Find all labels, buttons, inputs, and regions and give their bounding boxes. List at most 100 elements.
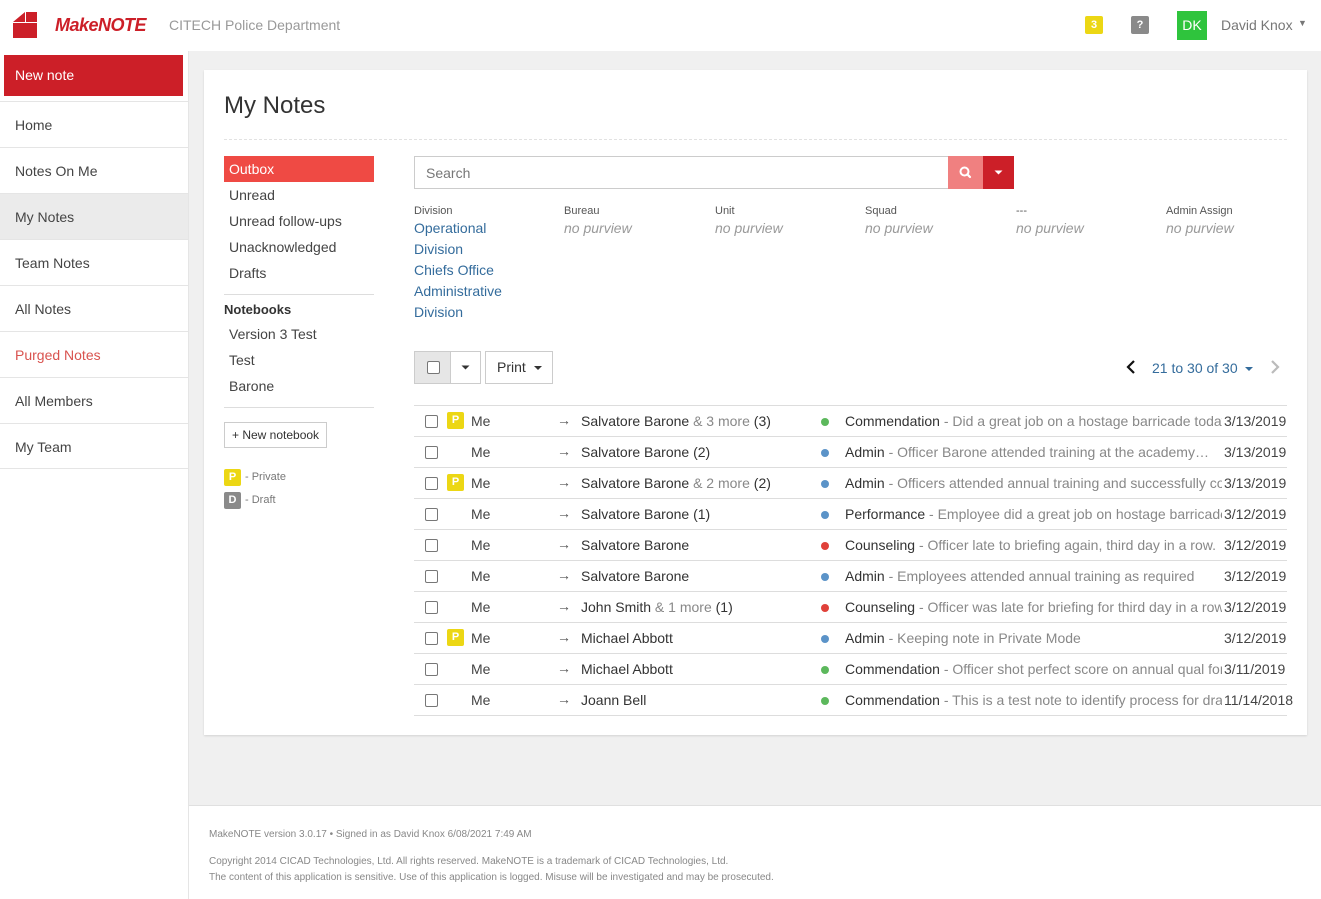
note-subject[interactable]: Counseling - Officer late to briefing ag… [845,537,1222,553]
note-recipients[interactable]: Salvatore Barone [581,537,689,553]
title-divider [224,139,1287,140]
purview-division: Division Operational Division Chiefs Off… [414,205,564,323]
folder-drafts[interactable]: Drafts [224,260,374,286]
row-checkbox[interactable] [425,539,438,552]
purview-division-link[interactable]: Chiefs Office [414,260,564,281]
sidebar-item-my-notes[interactable]: My Notes [0,193,188,239]
row-checkbox[interactable] [425,663,438,676]
note-recipients[interactable]: Salvatore Barone (1) [581,506,710,522]
table-row[interactable]: Me → Michael Abbott Commendation - Officer … [414,654,1287,685]
arrow-right-icon: → [557,505,571,521]
arrow-right-icon: → [557,629,571,645]
search-button[interactable] [948,156,983,189]
sidebar-item-team-notes[interactable]: Team Notes [0,239,188,285]
note-from: Me [471,630,491,646]
note-recipient: Salvatore Barone [581,413,690,429]
purview-division-link[interactable]: Division [414,302,564,323]
user-menu-chevron-down-icon[interactable]: ▼ [1298,18,1307,28]
purview-division-link[interactable]: Operational [414,218,564,239]
note-recipients[interactable]: John Smith & 1 more (1) [581,599,733,615]
note-recipients[interactable]: Michael Abbott [581,661,673,677]
category-status-dot [821,573,829,581]
table-row[interactable]: Me → Joann Bell Commendation - This is a te… [414,685,1293,716]
notebook-barone[interactable]: Barone [224,373,374,399]
print-button[interactable]: Print [485,351,553,384]
note-description: - This is a test note to identify proces… [943,692,1222,708]
select-all-checkbox[interactable] [415,352,451,383]
table-row[interactable]: Me → John Smith & 1 more (1) Counseling - O… [414,592,1287,623]
table-row[interactable]: Me → Salvatore Barone (2) Admin - Officer B… [414,437,1287,468]
sidebar-item-all-members[interactable]: All Members [0,377,188,423]
table-row[interactable]: Me → Salvatore Barone Counseling - Officer … [414,530,1287,561]
note-recipients[interactable]: Salvatore Barone (2) [581,444,710,460]
purview-blank-value: no purview [1016,220,1084,236]
sidebar-item-notes-on-me[interactable]: Notes On Me [0,147,188,193]
note-description: - Keeping note in Private Mode [884,630,1081,646]
note-recipient: Salvatore Barone [581,444,690,460]
table-row[interactable]: P Me → Salvatore Barone & 3 more (3) Commend… [414,406,1287,437]
select-options-button[interactable] [451,352,480,383]
category-status-dot [821,635,829,643]
note-category: Commendation [845,661,940,677]
avatar[interactable]: DK [1177,11,1207,40]
new-note-button[interactable]: New note [4,55,183,96]
chevron-left-icon[interactable] [1124,358,1138,376]
search-input[interactable] [414,156,949,189]
note-subject[interactable]: Counseling - Officer was late for briefi… [845,599,1222,615]
folder-unread-follow-ups[interactable]: Unread follow-ups [224,208,374,234]
note-more-recipients: & 2 more [689,475,750,491]
table-row[interactable]: P Me → Salvatore Barone & 2 more (2) Admin -… [414,468,1287,499]
row-checkbox[interactable] [425,632,438,645]
note-subject[interactable]: Admin - Keeping note in Private Mode [845,630,1222,646]
help-icon[interactable]: ? [1131,16,1149,34]
brand-logo-text[interactable]: MakeNOTE [55,15,147,36]
note-recipients[interactable]: Salvatore Barone [581,568,689,584]
sidebar-item-all-notes[interactable]: All Notes [0,285,188,331]
sidebar-item-home[interactable]: Home [0,101,188,147]
row-checkbox[interactable] [425,446,438,459]
note-subject[interactable]: Admin - Officers attended annual trainin… [845,475,1222,491]
pager-range[interactable]: 21 to 30 of 30 [1152,360,1254,376]
legend-draft: D - Draft [224,491,374,509]
private-badge-icon: P [447,474,464,491]
new-notebook-button[interactable]: + New notebook [224,422,328,448]
note-subject[interactable]: Commendation - This is a test note to id… [845,692,1222,708]
notification-badge[interactable]: 3 [1085,16,1103,34]
folder-unacknowledged[interactable]: Unacknowledged [224,234,374,260]
note-description: - Officer shot perfect score on annual q… [943,661,1222,677]
table-row[interactable]: Me → Salvatore Barone Admin - Employees att… [414,561,1287,592]
row-checkbox[interactable] [425,601,438,614]
search-options-button[interactable] [983,156,1014,189]
note-subject[interactable]: Admin - Employees attended annual traini… [845,568,1222,584]
note-subject[interactable]: Performance - Employee did a great job o… [845,506,1222,522]
row-checkbox[interactable] [425,694,438,707]
row-checkbox[interactable] [425,570,438,583]
note-recipients[interactable]: Michael Abbott [581,630,673,646]
note-category: Admin [845,475,885,491]
row-checkbox[interactable] [425,508,438,521]
row-checkbox[interactable] [425,415,438,428]
folder-outbox[interactable]: Outbox [224,156,374,182]
note-subject[interactable]: Admin - Officer Barone attended training… [845,444,1222,460]
purview-division-link[interactable]: Division [414,239,564,260]
sidebar-item-purged-notes[interactable]: Purged Notes [0,331,188,377]
notebook-test[interactable]: Test [224,347,374,373]
sidebar-item-my-team[interactable]: My Team [0,423,188,469]
note-recipients[interactable]: Salvatore Barone & 3 more (3) [581,413,771,429]
folder-unread[interactable]: Unread [224,182,374,208]
notebooks-heading: Notebooks [224,302,292,317]
table-row[interactable]: Me → Salvatore Barone (1) Performance - Emp… [414,499,1287,530]
makenote-logo-icon[interactable] [13,12,37,38]
user-menu-name[interactable]: David Knox [1221,17,1293,33]
chevron-right-icon[interactable] [1268,358,1282,376]
note-recipients[interactable]: Joann Bell [581,692,646,708]
row-checkbox[interactable] [425,477,438,490]
bulk-select-group [414,351,481,384]
note-subject[interactable]: Commendation - Officer shot perfect scor… [845,661,1222,677]
table-row[interactable]: P Me → Michael Abbott Admin - Keeping note i… [414,623,1287,654]
chevron-down-icon [533,366,542,371]
note-subject[interactable]: Commendation - Did a great job on a host… [845,413,1222,429]
notebook-version-3-test[interactable]: Version 3 Test [224,321,374,347]
purview-division-link[interactable]: Administrative [414,281,564,302]
note-recipients[interactable]: Salvatore Barone & 2 more (2) [581,475,771,491]
